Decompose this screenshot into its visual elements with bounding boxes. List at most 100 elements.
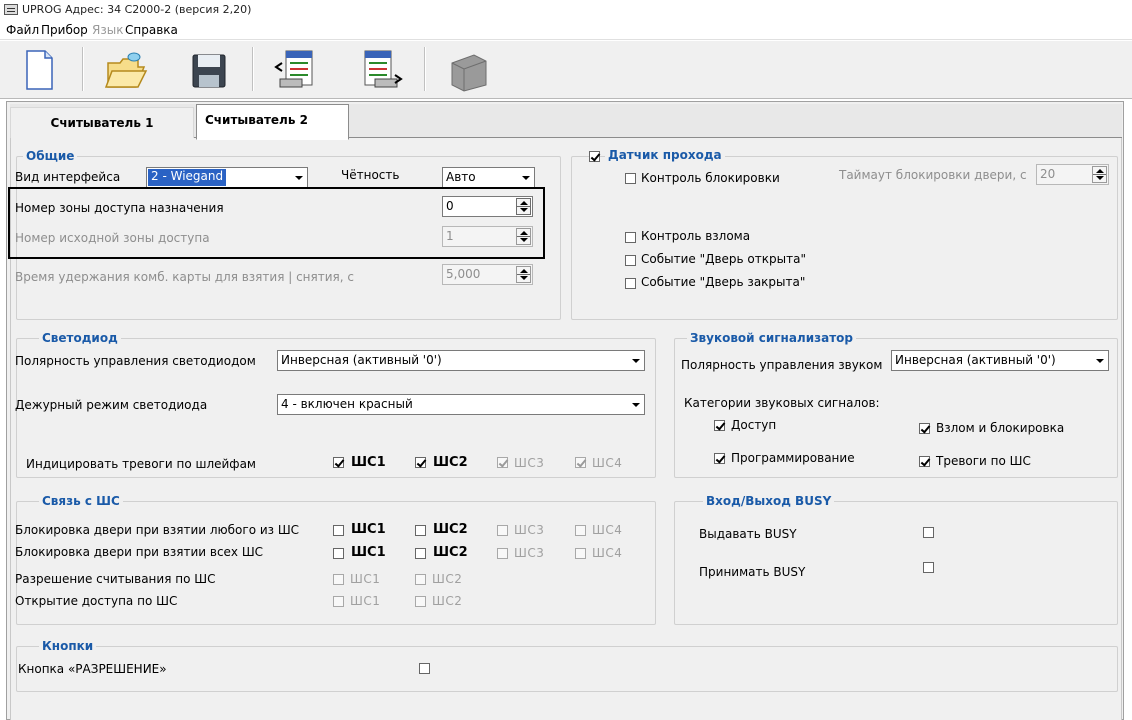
any-loop3-checkbox[interactable] [497,525,508,536]
led-loop3-checkbox[interactable] [497,457,508,468]
menu-help[interactable]: Справка [125,23,178,37]
led-standby-label: Дежурный режим светодиода [15,398,208,412]
new-document-icon[interactable] [15,45,63,93]
buzzer-break-checkbox[interactable] [919,423,930,434]
group-general-title: Общие [23,149,78,163]
block-control-checkbox[interactable] [625,173,636,184]
timeout-label: Таймаут блокировки двери, с [839,168,1027,182]
read-loop2-checkbox[interactable] [415,574,426,585]
timeout-spinner[interactable]: 20 [1036,164,1109,185]
led-standby-select[interactable]: 4 - включен красный [277,394,645,415]
hold-time-label: Время удержания комб. карты для взятия |… [15,270,354,284]
menu-device[interactable]: Прибор [41,23,88,37]
group-loops-link-title: Связь с ШС [39,494,123,508]
hold-time-spinner[interactable]: 5,000 [442,264,533,285]
parity-select[interactable]: Авто [442,167,535,188]
tab-reader-2[interactable]: Считыватель 2 [196,104,349,140]
highlight-frame [8,187,545,259]
all-loop3-label: ШС3 [514,546,545,560]
any-loop2-checkbox[interactable] [415,525,426,536]
interface-label: Вид интерфейса [15,170,121,184]
open-loop2-label: ШС2 [432,594,463,608]
parity-label: Чётность [341,168,400,182]
buzzer-polarity-select[interactable]: Инверсная (активный '0') [891,350,1109,371]
any-loop1-checkbox[interactable] [333,525,344,536]
chevron-down-icon [627,351,644,370]
any-loop1-label: ШС1 [351,522,386,537]
buzzer-break-label: Взлом и блокировка [936,421,1065,435]
group-busy-title: Вход/Выход BUSY [703,494,835,508]
buzzer-alarms-label: Тревоги по ШС [936,454,1031,468]
group-buttons-title: Кнопки [39,639,97,653]
tab-strip: Считыватель 1 Считыватель 2 [10,104,1122,140]
interface-value: 2 - Wiegand [148,169,227,186]
any-loop2-label: ШС2 [433,522,468,537]
spinner-arrows-icon[interactable] [1092,166,1107,183]
busy-in-checkbox[interactable] [923,562,934,573]
buzzer-polarity-label: Полярность управления звуком [681,358,883,372]
led-loop4-checkbox[interactable] [575,457,586,468]
led-standby-value: 4 - включен красный [281,397,413,411]
any-loop4-checkbox[interactable] [575,525,586,536]
interface-select[interactable]: 2 - Wiegand [146,167,308,188]
break-control-checkbox[interactable] [625,232,636,243]
led-loop2-checkbox[interactable] [415,457,426,468]
hold-time-value: 5,000 [446,267,481,281]
permit-button-label: Кнопка «РАЗРЕШЕНИЕ» [18,662,167,676]
device-icon[interactable] [444,45,492,93]
led-polarity-label: Полярность управления светодиодом [15,354,256,368]
all-loop2-checkbox[interactable] [415,548,426,559]
led-polarity-select[interactable]: Инверсная (активный '0') [277,350,645,371]
read-device-icon[interactable] [272,45,320,93]
read-loop1-checkbox[interactable] [333,574,344,585]
led-loop1-checkbox[interactable] [333,457,344,468]
window-title: UPROG Адрес: 34 С2000-2 (версия 2,20) [22,3,252,16]
event-closed-label: Событие "Дверь закрыта" [641,275,806,289]
led-loop3-label: ШС3 [514,456,545,470]
loops-row1-label: Блокировка двери при взятии любого из ШС [15,523,300,537]
chevron-down-icon [627,395,644,414]
buzzer-access-checkbox[interactable] [714,420,725,431]
all-loop1-label: ШС1 [351,545,386,560]
read-loop2-label: ШС2 [432,572,463,586]
busy-out-label: Выдавать BUSY [699,527,797,541]
menu-language[interactable]: Язык [92,23,123,37]
event-open-label: Событие "Дверь открыта" [641,252,806,266]
event-closed-checkbox[interactable] [625,278,636,289]
write-device-icon[interactable] [357,45,405,93]
all-loop2-label: ШС2 [433,545,468,560]
spinner-arrows-icon[interactable] [516,266,531,283]
door-sensor-checkbox[interactable] [589,151,600,162]
read-loop1-label: ШС1 [350,572,381,586]
any-loop3-label: ШС3 [514,523,545,537]
chevron-down-icon [517,168,534,187]
permit-button-checkbox[interactable] [419,663,430,674]
open-folder-icon[interactable] [102,45,150,93]
all-loop4-checkbox[interactable] [575,548,586,559]
menu-file[interactable]: Файл [6,23,39,37]
all-loop1-checkbox[interactable] [333,548,344,559]
group-buzzer-title: Звуковой сигнализатор [687,331,856,345]
loops-row2-label: Блокировка двери при взятии всех ШС [15,545,264,559]
parity-value: Авто [446,170,476,184]
menu-bar: Файл Прибор Язык Справка [0,21,1132,40]
all-loop3-checkbox[interactable] [497,548,508,559]
led-alarms-label: Индицировать тревоги по шлейфам [26,457,256,471]
break-control-label: Контроль взлома [641,229,751,243]
buzzer-alarms-checkbox[interactable] [919,456,930,467]
toolbar [0,41,1132,99]
buzzer-programming-checkbox[interactable] [714,453,725,464]
busy-out-checkbox[interactable] [923,527,934,538]
tab-reader-1[interactable]: Считыватель 1 [10,107,194,138]
open-loop2-checkbox[interactable] [415,596,426,607]
open-loop1-checkbox[interactable] [333,596,344,607]
title-bar: UPROG Адрес: 34 С2000-2 (версия 2,20) [0,0,1132,20]
open-loop1-label: ШС1 [350,594,381,608]
led-loop4-label: ШС4 [592,456,623,470]
buzzer-access-label: Доступ [731,418,777,432]
event-open-checkbox[interactable] [625,255,636,266]
chevron-down-icon [290,168,307,187]
block-control-label: Контроль блокировки [641,171,780,185]
buzzer-programming-label: Программирование [731,451,855,465]
save-floppy-icon[interactable] [185,45,233,93]
